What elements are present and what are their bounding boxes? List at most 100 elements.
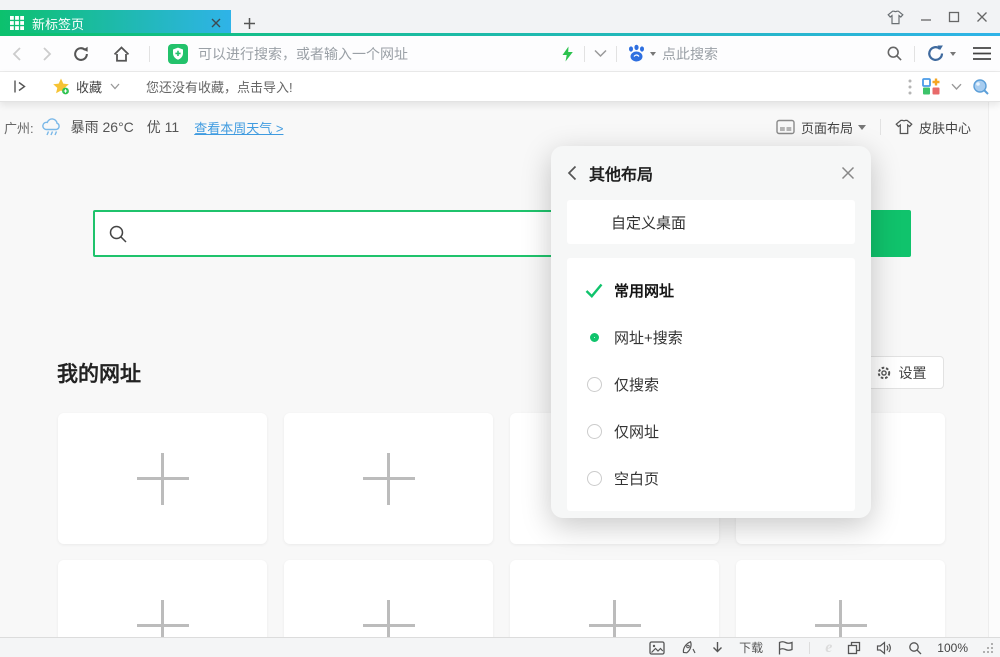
- layout-option-sites-search[interactable]: 网址+搜索: [567, 314, 855, 361]
- layout-option-label: 空白页: [614, 468, 659, 489]
- engine-caret-icon[interactable]: [650, 52, 656, 56]
- browser-window: 新标签页: [0, 0, 1000, 657]
- page-layout-caret-icon[interactable]: [858, 125, 866, 130]
- refresh-icon[interactable]: [72, 45, 90, 63]
- gear-icon: [876, 365, 892, 381]
- resize-grip-icon[interactable]: [983, 643, 993, 653]
- popup-close-icon[interactable]: [841, 166, 855, 180]
- layout-option-label: 网址+搜索: [614, 327, 683, 348]
- bookmarks-bar: 收藏 您还没有收藏，点击导入!: [0, 72, 1000, 102]
- weather-condition: 暴雨 26°C: [71, 117, 134, 137]
- popup-back-icon[interactable]: [567, 165, 577, 181]
- skin-shirt-icon[interactable]: [887, 10, 904, 25]
- forward-icon[interactable]: [38, 46, 54, 62]
- settings-label: 设置: [899, 363, 927, 383]
- zoom-search-icon[interactable]: [908, 641, 922, 655]
- boost-rocket-icon[interactable]: [680, 640, 696, 655]
- tab-title: 新标签页: [32, 14, 211, 33]
- favorites-chevron-icon[interactable]: [110, 83, 120, 90]
- tab-bar: 新标签页: [0, 0, 1000, 36]
- bookmarks-import-hint[interactable]: 您还没有收藏，点击导入!: [146, 77, 293, 96]
- layout-options-list: 常用网址 网址+搜索 仅搜索 仅网址 空白页: [567, 258, 855, 511]
- layout-option-search-only[interactable]: 仅搜索: [567, 361, 855, 408]
- lightning-icon[interactable]: [560, 46, 575, 62]
- minimize-icon[interactable]: [920, 11, 932, 23]
- radio-selected-icon: [583, 333, 605, 342]
- skin-center-label[interactable]: 皮肤中心: [919, 118, 971, 137]
- favorites-label[interactable]: 收藏: [76, 77, 102, 96]
- layout-option-sites-only[interactable]: 仅网址: [567, 408, 855, 455]
- my-sites-title: 我的网址: [57, 358, 141, 388]
- status-bar: 下载 e 100%: [0, 637, 1000, 657]
- site-safety-shield-icon[interactable]: [168, 44, 188, 64]
- other-layouts-popup: 其他布局 自定义桌面 常用网址 网址+搜索: [551, 146, 871, 518]
- download-label[interactable]: 下载: [739, 639, 763, 656]
- more-dots-icon[interactable]: [908, 79, 912, 95]
- undo-icon[interactable]: [926, 44, 946, 63]
- layout-option-blank-page[interactable]: 空白页: [567, 455, 855, 502]
- radio-icon: [583, 424, 605, 439]
- plus-icon: [137, 600, 189, 638]
- weather-city: 广州:: [4, 118, 34, 137]
- newtab-favicon-grid-icon: [10, 16, 24, 30]
- baidu-paw-icon[interactable]: [626, 44, 647, 63]
- tab-close-icon[interactable]: [211, 18, 221, 28]
- plus-icon: [137, 453, 189, 505]
- home-icon[interactable]: [112, 45, 131, 63]
- page-layout-icon[interactable]: [776, 119, 795, 135]
- download-arrow-icon[interactable]: [711, 641, 724, 655]
- sidebar-toggle-icon[interactable]: [13, 79, 28, 94]
- custom-desktop-item[interactable]: 自定义桌面: [567, 200, 855, 244]
- image-toggle-icon[interactable]: [649, 641, 665, 655]
- weather-air-quality: 优 11: [147, 117, 179, 137]
- window-mode-icon[interactable]: [847, 641, 861, 655]
- ie-mode-icon[interactable]: e: [825, 640, 832, 656]
- plus-icon: [815, 600, 867, 638]
- engine-hint-text: 点此搜索: [662, 44, 718, 64]
- back-icon[interactable]: [10, 46, 26, 62]
- flag-banner-icon[interactable]: [778, 641, 794, 655]
- layout-option-common-sites[interactable]: 常用网址: [567, 267, 855, 314]
- search-icon[interactable]: [886, 45, 903, 62]
- plus-icon: [363, 600, 415, 638]
- extensions-chevron-icon[interactable]: [951, 83, 962, 91]
- favorites-star-icon[interactable]: [52, 78, 70, 95]
- skin-center-shirt-icon[interactable]: [895, 119, 913, 135]
- new-tab-page: 广州: 暴雨 26°C 优 11 查看本周天气 > 页面布局 皮肤中心: [0, 102, 1000, 637]
- window-controls: [887, 6, 988, 28]
- weather-widget: 广州: 暴雨 26°C 优 11 查看本周天气 >: [4, 114, 283, 140]
- radio-icon: [583, 377, 605, 392]
- address-bar-placeholder[interactable]: 可以进行搜索，或者输入一个网址: [198, 44, 408, 64]
- screenshot-ball-icon[interactable]: [972, 78, 990, 96]
- popup-title: 其他布局: [589, 161, 653, 185]
- site-tile-add[interactable]: [284, 413, 493, 544]
- speaker-icon[interactable]: [876, 641, 893, 655]
- check-icon: [583, 283, 605, 298]
- site-tile-add[interactable]: [58, 560, 267, 637]
- site-tile-add[interactable]: [510, 560, 719, 637]
- layout-option-label: 常用网址: [614, 280, 674, 301]
- chevron-down-icon[interactable]: [594, 49, 607, 58]
- site-tile-add[interactable]: [736, 560, 945, 637]
- maximize-icon[interactable]: [948, 11, 960, 23]
- site-tile-add[interactable]: [284, 560, 493, 637]
- undo-caret-icon[interactable]: [950, 52, 956, 56]
- zoom-level[interactable]: 100%: [937, 641, 968, 655]
- menu-icon[interactable]: [972, 46, 992, 61]
- custom-desktop-label: 自定义桌面: [611, 212, 686, 233]
- plus-icon: [363, 453, 415, 505]
- layout-option-label: 仅网址: [614, 421, 659, 442]
- toolbar: 可以进行搜索，或者输入一个网址 点此搜索: [0, 36, 1000, 72]
- page-layout-label[interactable]: 页面布局: [801, 118, 853, 137]
- site-tile-add[interactable]: [58, 413, 267, 544]
- weather-forecast-link[interactable]: 查看本周天气 >: [194, 118, 283, 137]
- scrollbar[interactable]: [988, 102, 1000, 637]
- layout-option-label: 仅搜索: [614, 374, 659, 395]
- new-tab-button[interactable]: [238, 13, 260, 33]
- radio-icon: [583, 471, 605, 486]
- close-window-icon[interactable]: [976, 11, 988, 23]
- rain-cloud-icon: [41, 117, 64, 138]
- search-engine-area[interactable]: 点此搜索: [560, 36, 718, 71]
- extensions-grid-icon[interactable]: [922, 78, 941, 95]
- plus-icon: [589, 600, 641, 638]
